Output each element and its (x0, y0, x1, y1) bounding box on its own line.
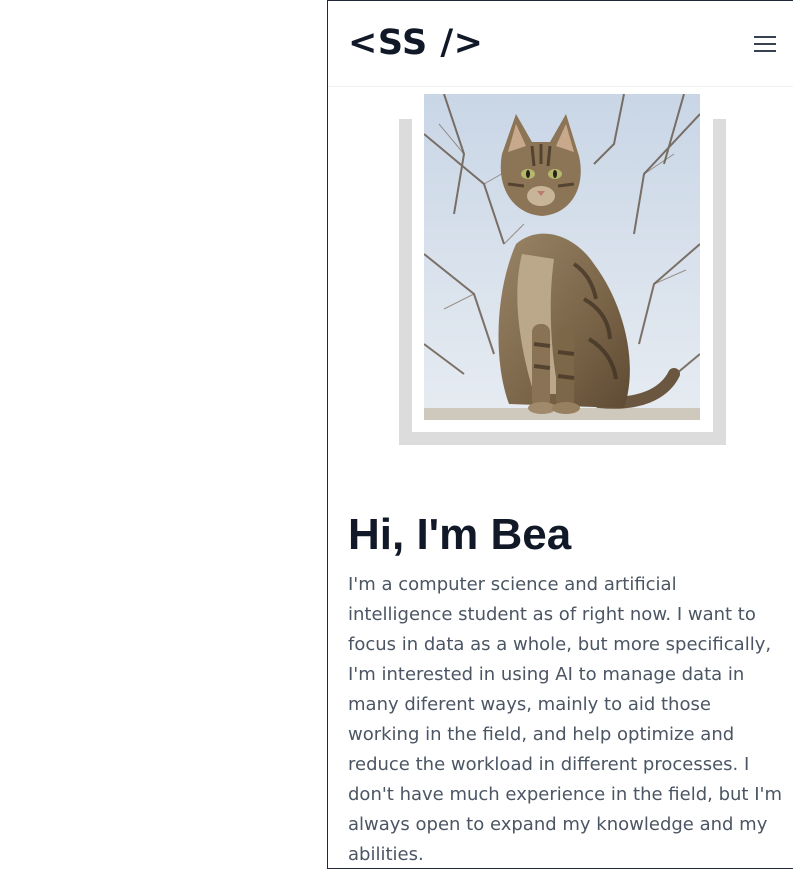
hamburger-menu-icon[interactable] (748, 30, 778, 58)
page-viewport: <SS /> Hi, I'm Bea I'm a computer scienc… (327, 0, 793, 869)
menu-bar (754, 43, 776, 45)
profile-photo (424, 94, 700, 420)
site-header: <SS /> (328, 1, 793, 87)
bio-paragraph: I'm a computer science and artificial in… (348, 574, 782, 865)
menu-bar (754, 50, 776, 52)
hero-title: Hi, I'm Bea (348, 510, 572, 559)
site-logo[interactable]: <SS /> (348, 21, 483, 65)
menu-bar (754, 36, 776, 38)
